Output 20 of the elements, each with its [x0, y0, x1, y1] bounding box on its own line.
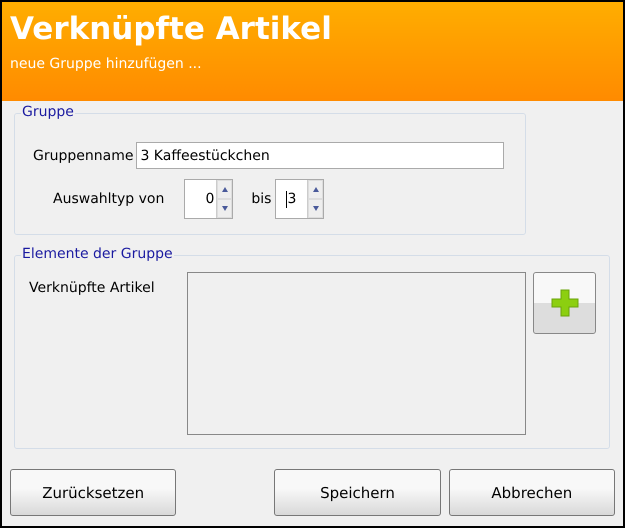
down-arrow-icon[interactable]: [312, 206, 319, 211]
spin-field[interactable]: 3: [275, 179, 324, 219]
dialog-title: Verknüpfte Artikel: [10, 10, 333, 48]
dialog-button[interactable]: Zurücksetzen: [10, 469, 176, 516]
dialog-button[interactable]: Speichern: [274, 469, 441, 516]
group-legend: Gruppe: [21, 104, 75, 120]
group-legend: Elemente der Gruppe: [21, 246, 174, 262]
down-arrow-icon[interactable]: [222, 206, 228, 211]
dialog-button[interactable]: Abbrechen: [448, 469, 615, 516]
group-name-field[interactable]: 3 Kaffeestückchen: [136, 142, 504, 169]
add-button[interactable]: [533, 272, 596, 334]
dialog-subtitle: neue Gruppe hinzufügen ...: [10, 56, 203, 72]
field-label: Auswahltyp von: [53, 191, 164, 207]
plus-icon: [550, 288, 580, 318]
up-arrow-icon[interactable]: [222, 187, 228, 192]
field-label: bis: [251, 191, 272, 207]
field-label: Gruppenname: [33, 148, 134, 164]
field-label: Verknüpfte Artikel: [29, 280, 156, 296]
spin-field[interactable]: 0: [184, 179, 234, 219]
up-arrow-icon[interactable]: [312, 187, 319, 192]
